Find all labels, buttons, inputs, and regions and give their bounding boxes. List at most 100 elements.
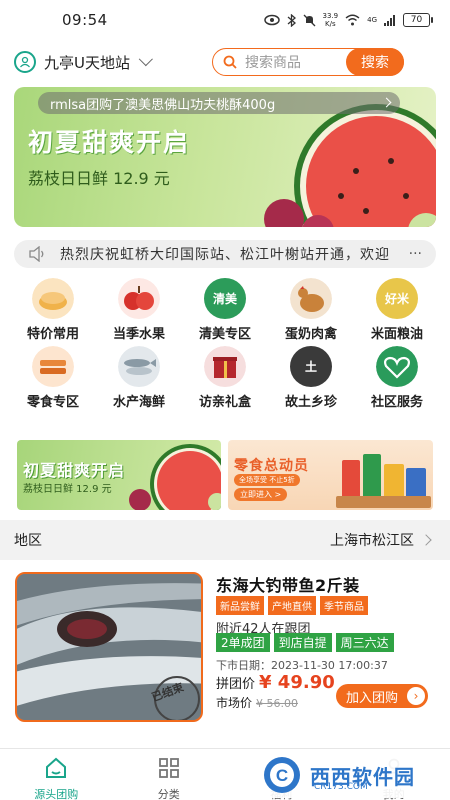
delivery-tag: 周三六达 (335, 633, 394, 652)
snack-products-image (336, 454, 431, 508)
header: 九亭U天地站 搜索商品 搜索 (0, 40, 450, 84)
watermark-sub: CR173.COM (314, 782, 368, 792)
chevron-right-icon (381, 97, 392, 108)
grid-icon (157, 757, 181, 783)
category-item[interactable]: 社区服务 (354, 346, 440, 410)
search-icon (223, 55, 237, 69)
category-label: 访亲礼盒 (198, 395, 251, 410)
chevron-right-icon[interactable] (420, 534, 432, 546)
delivery-tags: 2单成团 到店自提 周三六达 (216, 633, 394, 652)
product-tag: 产地直供 (268, 596, 316, 615)
product-image[interactable]: 已结束 (15, 572, 203, 722)
join-group-button[interactable]: 加入团购 › (336, 684, 428, 708)
market-price: 市场价 ¥ 56.00 (216, 694, 298, 711)
bluetooth-icon (287, 13, 296, 27)
home-icon (44, 757, 68, 783)
nav-item[interactable]: 源头团购 (0, 749, 113, 800)
region-value[interactable]: 上海市松江区 (330, 530, 414, 550)
watermark-logo-letter: C (276, 766, 288, 785)
nav-label: 源头团购 (34, 788, 79, 800)
delivery-tag: 2单成团 (216, 633, 270, 652)
deadline-label: 下市日期： (216, 659, 271, 672)
nav-label: 分类 (157, 788, 180, 800)
promo-snack-banner[interactable]: 零食总动员 全场享受 不止5折 立即进入 > (228, 440, 433, 510)
user-station-icon[interactable] (14, 51, 36, 73)
search-button[interactable]: 搜索 (346, 47, 404, 76)
delivery-tag: 到店自提 (273, 633, 332, 652)
deadline: 下市日期：2023-11-30 17:00:37 (216, 657, 388, 673)
category-logo-text: 土 (304, 360, 317, 374)
watermelon-image (129, 444, 221, 510)
region-selector[interactable]: 地区 上海市松江区 (0, 520, 450, 560)
promo-left-subtitle: 荔枝日日鲜 12.9 元 (23, 484, 112, 495)
category-label: 水产海鲜 (112, 395, 165, 410)
region-label: 地区 (14, 533, 42, 549)
market-price-value: ¥ 56.00 (256, 697, 299, 710)
qingmei-logo-icon: 清美 (204, 278, 246, 319)
hero-title: 初夏甜爽开启 (28, 128, 191, 157)
more-icon: ··· (404, 246, 422, 262)
category-item[interactable]: 土故土乡珍 (268, 346, 354, 410)
category-label: 零食专区 (26, 395, 79, 410)
fish-icon (118, 346, 160, 387)
search-input[interactable]: 搜索商品 搜索 (212, 47, 404, 76)
status-bar: 09:54 33.9 K/s 4G 70 (0, 0, 450, 40)
promo-enter-button[interactable]: 立即进入 > (234, 488, 288, 501)
community-service-icon (376, 346, 418, 387)
category-label: 特价常用 (26, 327, 79, 342)
local-specialty-icon: 土 (290, 346, 332, 387)
hero-subtitle: 荔枝日日鲜 12.9 元 (28, 169, 170, 188)
battery-icon: 70 (403, 13, 433, 27)
category-label: 米面粮油 (370, 327, 423, 342)
chevron-down-icon[interactable] (138, 52, 153, 67)
category-logo-text: 清美 (212, 292, 237, 306)
watermark-logo-icon: C (264, 757, 300, 793)
category-item[interactable]: 特价常用 (10, 278, 96, 342)
product-tag: 新品尝鲜 (216, 596, 264, 615)
station-selector[interactable]: 九亭U天地站 (44, 52, 130, 73)
join-group-label: 加入团购 (346, 690, 399, 706)
site-watermark: C 西西软件园 CR173.COM (252, 752, 448, 798)
speaker-icon (29, 246, 44, 262)
chicken-icon (290, 278, 332, 319)
product-title[interactable]: 东海大钓带鱼2斤装 (216, 572, 360, 596)
product-tags: 新品尝鲜 产地直供 季节商品 (216, 596, 368, 615)
group-price: 拼团价 ¥ 49.90 (216, 672, 335, 693)
category-item[interactable]: 蛋奶肉禽 (268, 278, 354, 342)
price-label: 拼团价 (216, 677, 256, 692)
eye-icon (263, 14, 280, 26)
price-value: ¥ 49.90 (259, 672, 335, 693)
hero-banner[interactable]: rmlsa团购了澳美思佛山功夫桃酥400g 初夏甜爽开启 荔枝日日鲜 12.9 … (14, 87, 436, 227)
ticker-text: rmlsa团购了澳美思佛山功夫桃酥400g (50, 97, 276, 113)
category-item[interactable]: 清美 清美专区 (182, 278, 268, 342)
category-label: 蛋奶肉禽 (284, 327, 337, 342)
promo-summer-banner[interactable]: 初夏甜爽开启 荔枝日日鲜 12.9 元 (17, 440, 221, 510)
product-tag: 季节商品 (320, 596, 368, 615)
category-item[interactable]: 访亲礼盒 (182, 346, 268, 410)
category-item[interactable]: 好米 米面粮油 (354, 278, 440, 342)
notice-text: 热烈庆祝虹桥大印国际站、松江叶榭站开通，欢迎 (60, 247, 390, 263)
category-logo-text: 好米 (384, 292, 409, 306)
notice-bar[interactable]: 热烈庆祝虹桥大印国际站、松江叶榭站开通，欢迎 ··· (14, 240, 436, 268)
snack-icon (32, 346, 74, 387)
promo-right-title: 零食总动员 (234, 458, 309, 474)
category-item[interactable]: 当季水果 (96, 278, 182, 342)
category-item[interactable]: 水产海鲜 (96, 346, 182, 410)
product-card[interactable]: 已结束 东海大钓带鱼2斤装 新品尝鲜 产地直供 季节商品 附近42人在跟团 2单成团… (0, 560, 450, 743)
nav-item[interactable]: 分类 (113, 749, 226, 800)
category-label: 社区服务 (370, 395, 423, 410)
wifi-icon (345, 14, 360, 26)
signal-label: 4G (367, 16, 377, 24)
category-grid: 特价常用 当季水果 清美 清美专区蛋奶肉禽 好米米面粮油零食专区 水产海鲜 访亲礼盒 土故土乡… (10, 278, 440, 410)
status-icons: 33.9 K/s 4G 70 (263, 12, 433, 28)
mute-icon (303, 14, 315, 26)
apple-icon (118, 278, 160, 319)
status-time: 09:54 (62, 11, 108, 29)
group-buy-ticker[interactable]: rmlsa团购了澳美思佛山功夫桃酥400g (38, 92, 400, 114)
promo-left-title: 初夏甜爽开启 (23, 461, 126, 480)
net-speed: 33.9 K/s (322, 12, 339, 28)
market-price-label: 市场价 (216, 696, 253, 710)
category-label: 当季水果 (112, 327, 165, 342)
deadline-value: 2023-11-30 17:00:37 (271, 659, 388, 672)
category-item[interactable]: 零食专区 (10, 346, 96, 410)
